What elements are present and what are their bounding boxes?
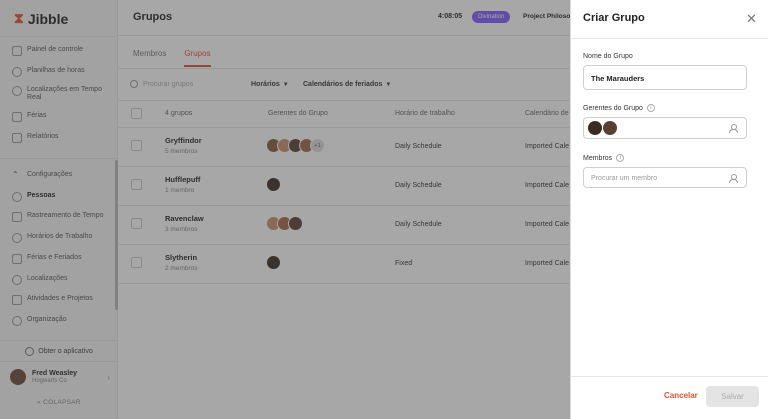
modal-backdrop[interactable] [0, 0, 570, 419]
members-label-text: Membros [583, 154, 613, 162]
managers-label-text: Gerentes do Grupo [583, 104, 643, 112]
app-window: ⧗ Jibble Painel de controle Planilhas de… [0, 0, 768, 419]
panel-footer-divider [571, 376, 768, 377]
add-user-icon[interactable] [729, 124, 738, 133]
avatar[interactable] [603, 121, 617, 135]
panel-title: Criar Grupo [583, 12, 645, 24]
panel-divider [571, 38, 768, 39]
close-icon[interactable]: ✕ [746, 12, 757, 25]
group-name-value: The Marauders [591, 74, 645, 83]
add-user-icon[interactable] [729, 174, 738, 183]
group-name-field[interactable]: The Marauders [583, 65, 747, 90]
members-search-field[interactable]: Procurar um membro [583, 167, 747, 188]
info-icon[interactable]: i [616, 154, 625, 162]
managers-field[interactable] [583, 117, 747, 139]
group-name-label: Nome do Grupo [583, 53, 633, 60]
group-name-label-text: Nome do Grupo [583, 53, 633, 60]
members-label: Membros i [583, 154, 625, 162]
members-placeholder: Procurar um membro [591, 175, 658, 182]
create-group-panel: Criar Grupo ✕ Nome do Grupo The Marauder… [570, 0, 768, 419]
managers-label: Gerentes do Grupo i [583, 104, 655, 112]
cancel-button[interactable]: Cancelar [664, 391, 698, 400]
info-icon[interactable]: i [646, 104, 655, 112]
avatar[interactable] [588, 121, 602, 135]
save-button[interactable]: Salvar [706, 386, 759, 407]
selected-managers [588, 121, 617, 135]
